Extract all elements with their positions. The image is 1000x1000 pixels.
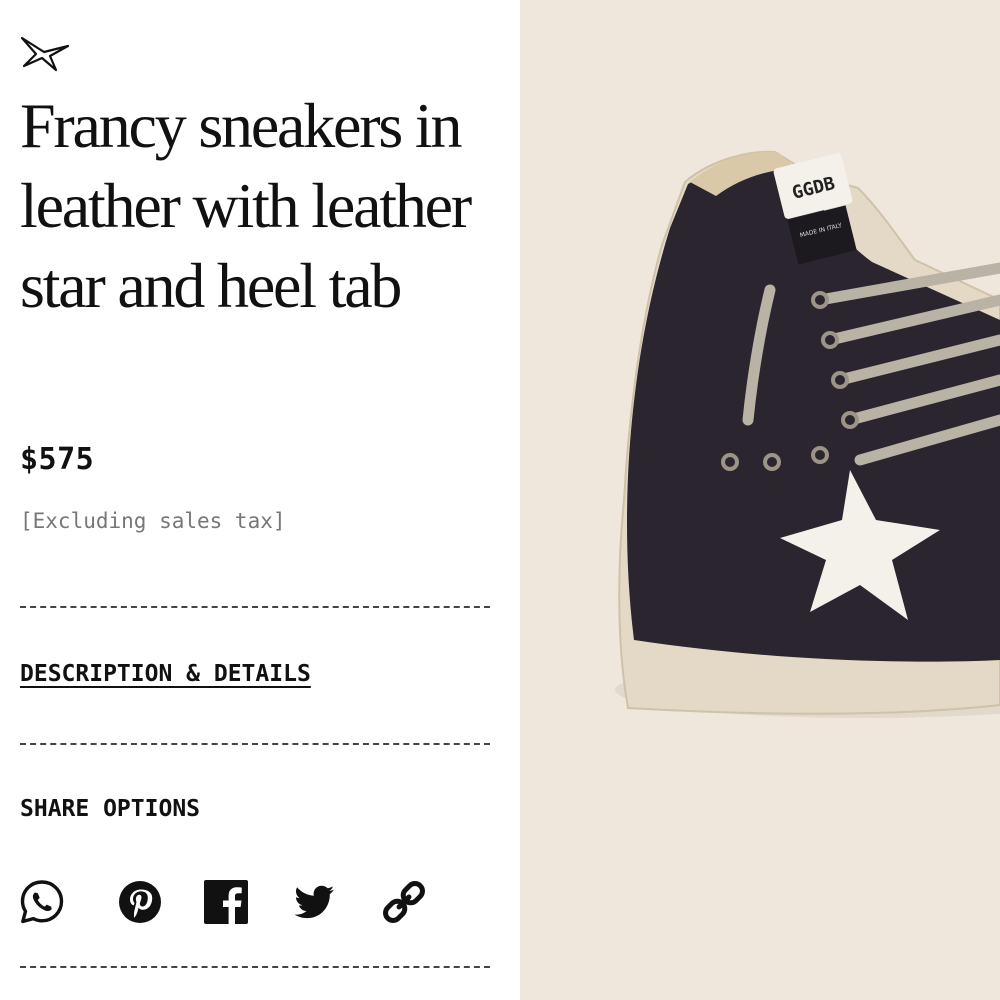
product-title: Francy sneakers in leather with leather … [20,90,472,321]
pinterest-icon[interactable] [116,878,164,926]
share-options-heading: SHARE OPTIONS [20,796,201,822]
divider [20,966,490,968]
divider [20,743,490,745]
description-details-link[interactable]: DESCRIPTION & DETAILS [20,661,311,687]
link-icon[interactable] [380,878,428,926]
product-image[interactable]: GGDB MADE IN ITALY [520,0,1000,1000]
product-price: $575 [20,442,95,477]
tax-note: [Excluding sales tax] [20,509,286,533]
product-image-panel[interactable]: GGDB MADE IN ITALY [520,0,1000,1000]
product-info-panel: Francy sneakers in leather with leather … [0,0,520,1000]
twitter-icon[interactable] [290,878,338,926]
star-outline-icon[interactable] [18,32,76,74]
divider [20,606,490,608]
facebook-icon[interactable] [202,878,250,926]
whatsapp-icon[interactable] [18,878,66,926]
